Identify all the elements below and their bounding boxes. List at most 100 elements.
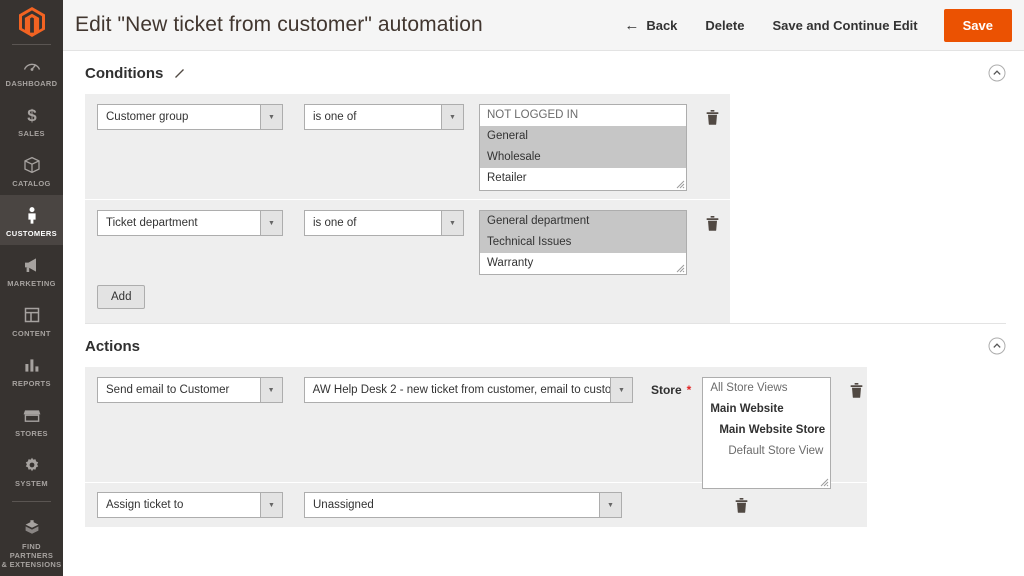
sidebar-item-label: SYSTEM: [15, 479, 48, 488]
page-title: Edit "New ticket from customer" automati…: [75, 13, 483, 36]
add-condition-row: Add: [85, 277, 730, 323]
chevron-down-icon: ▼: [441, 105, 463, 129]
trash-icon: [706, 215, 718, 231]
multiselect-option[interactable]: NOT LOGGED IN: [480, 105, 686, 126]
actions-title: Actions: [85, 338, 141, 355]
conditions-rules-panel: Customer group ▼ is one of ▼ NOT LOGGED …: [85, 94, 730, 323]
sidebar-item-label: CONTENT: [12, 329, 51, 338]
catalog-icon: [0, 154, 63, 176]
delete-button[interactable]: Delete: [691, 18, 758, 33]
action-row: Send email to Customer ▼ AW Help Desk 2 …: [85, 367, 867, 489]
condition-value-multiselect[interactable]: NOT LOGGED IN General Wholesale Retailer: [479, 104, 687, 191]
reports-icon: [0, 354, 63, 376]
condition-attribute-select[interactable]: Customer group ▼: [97, 104, 283, 130]
multiselect-option[interactable]: General: [480, 126, 686, 147]
store-multiselect[interactable]: All Store Views Main Website Main Websit…: [702, 377, 832, 489]
sidebar-item-label: DASHBOARD: [5, 79, 58, 88]
action-type-select[interactable]: Send email to Customer ▼: [97, 377, 283, 403]
sidebar-item-content[interactable]: CONTENT: [0, 295, 63, 345]
sidebar-nav-list: DASHBOARD $ SALES CATALOG CUSTOMERS MARK…: [0, 45, 63, 576]
sidebar-item-label: CUSTOMERS: [6, 229, 57, 238]
condition-operator-select[interactable]: is one of ▼: [304, 104, 464, 130]
store-label-text: Store: [650, 383, 682, 397]
sidebar-item-dashboard[interactable]: DASHBOARD: [0, 45, 63, 95]
sidebar-item-system[interactable]: SYSTEM: [0, 445, 63, 495]
stores-icon: [0, 404, 63, 426]
sidebar-item-catalog[interactable]: CATALOG: [0, 145, 63, 195]
system-icon: [0, 454, 63, 476]
content-icon: [0, 304, 63, 326]
sidebar-item-sales[interactable]: $ SALES: [0, 95, 63, 145]
actions-section: Actions Send email to Customer ▼ AW Help…: [85, 323, 1006, 527]
assignee-value: Unassigned: [313, 499, 374, 511]
action-type-value: Assign ticket to: [106, 499, 184, 511]
conditions-header: Conditions: [85, 51, 1006, 94]
add-condition-button[interactable]: Add: [97, 285, 146, 309]
marketing-icon: [0, 254, 63, 276]
trash-icon: [735, 497, 747, 513]
sidebar-item-label: MARKETING: [7, 279, 56, 288]
store-field-label: Store *: [651, 377, 691, 403]
sidebar-item-customers[interactable]: CUSTOMERS: [0, 195, 63, 245]
store-option[interactable]: Default Store View: [703, 441, 830, 462]
delete-condition-button[interactable]: [701, 104, 723, 130]
delete-action-button[interactable]: [730, 492, 752, 518]
arrow-left-icon: ←: [624, 16, 640, 34]
trash-icon: [706, 109, 718, 125]
action-type-value: Send email to Customer: [106, 384, 230, 396]
chevron-down-icon: ▼: [260, 105, 282, 129]
back-button[interactable]: ← Back: [610, 18, 691, 33]
condition-attribute-select[interactable]: Ticket department ▼: [97, 210, 283, 236]
multiselect-option[interactable]: Retailer: [480, 168, 686, 189]
multiselect-option[interactable]: Wholesale: [480, 147, 686, 168]
chevron-down-icon: ▼: [609, 378, 632, 402]
sidebar-item-reports[interactable]: REPORTS: [0, 345, 63, 395]
page-header: Edit "New ticket from customer" automati…: [63, 0, 1024, 51]
save-button[interactable]: Save: [943, 8, 1012, 42]
multiselect-option[interactable]: Warranty: [480, 253, 686, 274]
sidebar-divider-bottom: [12, 501, 51, 502]
actions-rules-panel: Send email to Customer ▼ AW Help Desk 2 …: [85, 367, 867, 527]
pencil-icon[interactable]: [173, 67, 186, 80]
condition-row: Customer group ▼ is one of ▼ NOT LOGGED …: [85, 94, 730, 199]
page-actions-toolbar: ← Back Delete Save and Continue Edit Sav…: [610, 0, 1024, 51]
magento-logo-icon: [18, 7, 45, 38]
trash-icon: [850, 382, 862, 398]
magento-admin-page: DASHBOARD $ SALES CATALOG CUSTOMERS MARK…: [0, 0, 1024, 576]
actions-collapse-toggle[interactable]: [988, 337, 1006, 355]
dashboard-icon: [0, 54, 63, 76]
admin-sidebar: DASHBOARD $ SALES CATALOG CUSTOMERS MARK…: [0, 0, 63, 576]
chevron-down-icon: ▼: [260, 211, 282, 235]
delete-condition-button[interactable]: [701, 210, 723, 236]
condition-value-multiselect[interactable]: General department Technical Issues Warr…: [479, 210, 687, 275]
main-area: Edit "New ticket from customer" automati…: [63, 0, 1024, 576]
conditions-section: Conditions Customer group ▼ is one of ▼ …: [85, 51, 1006, 323]
multiselect-option[interactable]: Technical Issues: [480, 232, 686, 253]
store-option[interactable]: Main Website: [703, 399, 830, 420]
condition-row: Ticket department ▼ is one of ▼ General …: [85, 199, 730, 277]
resize-grip-icon: [820, 478, 829, 487]
condition-operator-select[interactable]: is one of ▼: [304, 210, 464, 236]
delete-action-button[interactable]: [845, 377, 867, 403]
sidebar-item-label: SALES: [18, 129, 45, 138]
store-option[interactable]: Main Website Store: [703, 420, 830, 441]
store-option[interactable]: All Store Views: [703, 378, 830, 399]
delete-button-label: Delete: [705, 17, 745, 33]
actions-header: Actions: [85, 324, 1006, 367]
chevron-down-icon: ▼: [599, 493, 621, 517]
save-and-continue-edit-button[interactable]: Save and Continue Edit: [758, 18, 931, 33]
conditions-title: Conditions: [85, 65, 164, 82]
customers-icon: [0, 204, 63, 226]
multiselect-option[interactable]: General department: [480, 211, 686, 232]
email-template-select[interactable]: AW Help Desk 2 - new ticket from custome…: [303, 377, 633, 403]
sidebar-item-marketing[interactable]: MARKETING: [0, 245, 63, 295]
sidebar-item-find-partners-extensions[interactable]: FIND PARTNERS & EXTENSIONS: [0, 508, 63, 576]
assignee-select[interactable]: Unassigned ▼: [304, 492, 622, 518]
sales-icon: $: [0, 104, 63, 126]
required-asterisk: *: [686, 383, 692, 397]
magento-logo[interactable]: [0, 0, 63, 44]
action-type-select[interactable]: Assign ticket to ▼: [97, 492, 283, 518]
condition-operator-value: is one of: [313, 111, 357, 123]
conditions-collapse-toggle[interactable]: [988, 64, 1006, 82]
sidebar-item-stores[interactable]: STORES: [0, 395, 63, 445]
